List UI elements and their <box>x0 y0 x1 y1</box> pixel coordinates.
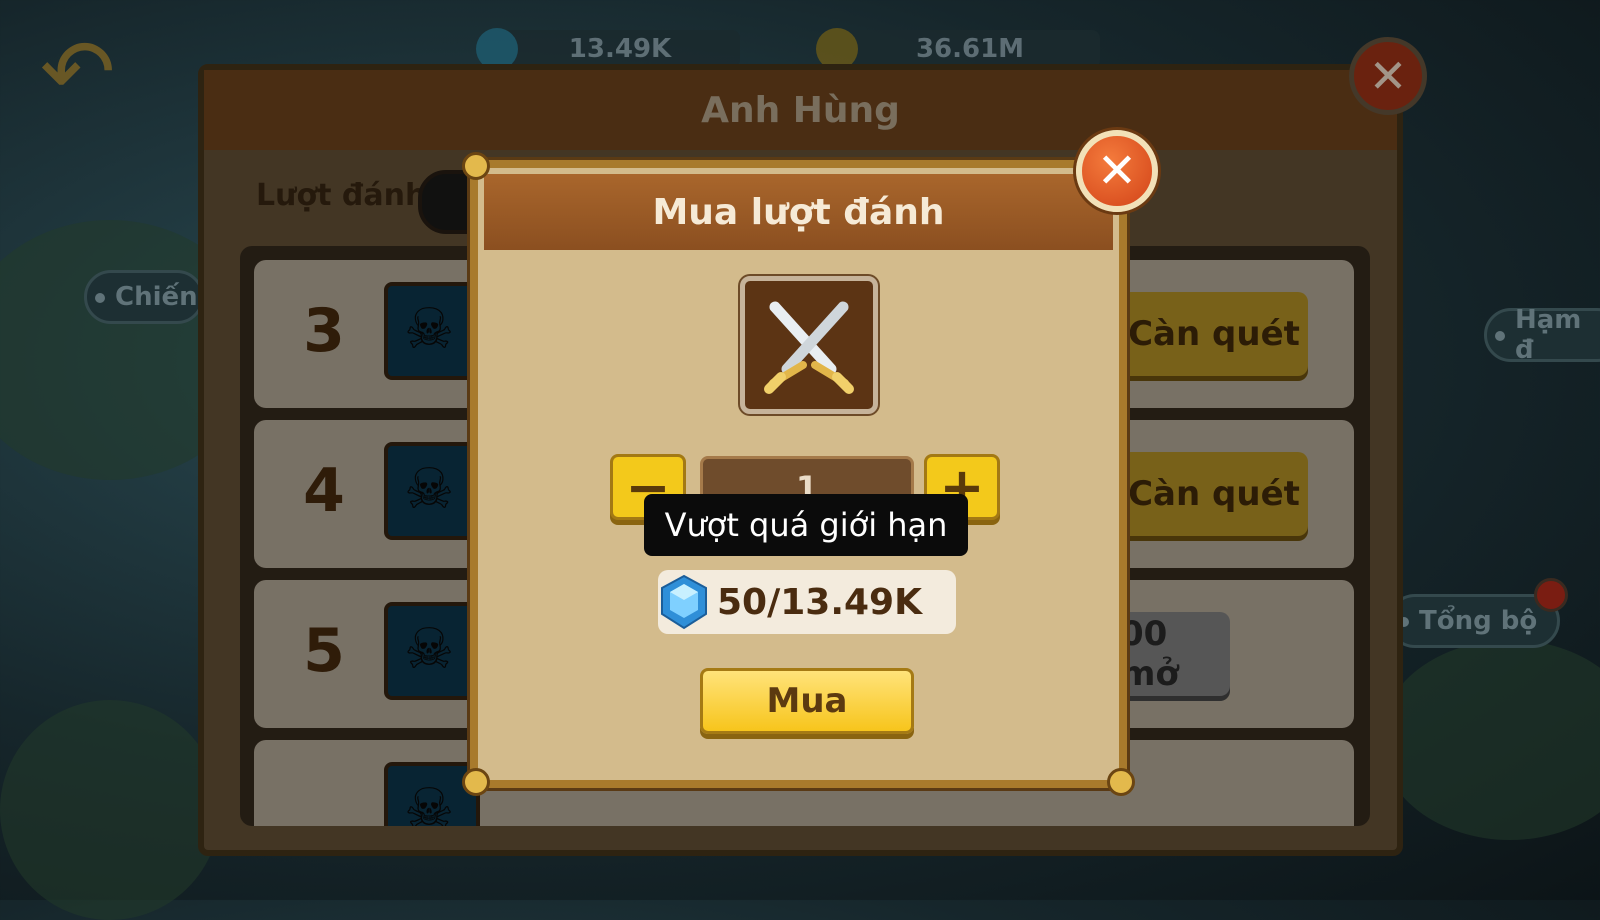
heroes-panel-title: Anh Hùng <box>204 70 1397 150</box>
pirate-boss-avatar <box>384 282 480 380</box>
pirate-boss-avatar <box>384 442 480 540</box>
gold-count: 36.61M <box>915 34 1025 64</box>
background-palm <box>0 700 220 920</box>
sweep-button[interactable]: Càn quét <box>1120 452 1308 536</box>
sweep-button[interactable]: Càn quét <box>1120 292 1308 376</box>
limit-exceeded-tooltip: Vượt quá giới hạn <box>644 494 968 556</box>
pirate-boss-avatar <box>384 602 480 700</box>
stage-number: 4 <box>303 456 345 526</box>
side-label-tong-bo[interactable]: Tổng bộ <box>1388 594 1560 648</box>
gem-resource-bar: 13.49K <box>476 28 740 70</box>
stage-number: 5 <box>303 616 345 686</box>
dialog-title: Mua lượt đánh <box>484 174 1113 250</box>
cost-display: 50/13.49K <box>658 570 956 634</box>
buy-button[interactable]: Mua <box>700 668 914 734</box>
notification-dot <box>1534 578 1568 612</box>
cost-value: 50/13.49K <box>716 581 922 623</box>
turns-label: Lượt đánh <box>256 178 427 213</box>
background-island <box>1380 640 1600 840</box>
side-label-text: Chiến <box>115 282 198 312</box>
side-label-ham[interactable]: Hạm đ <box>1484 305 1600 365</box>
frame-corner <box>462 768 490 796</box>
stage-number: 3 <box>303 296 345 366</box>
side-label-text: Hạm đ <box>1515 305 1582 365</box>
crossed-swords-icon <box>740 276 878 414</box>
frame-corner <box>1107 768 1135 796</box>
frame-corner <box>462 152 490 180</box>
gem-icon <box>658 574 710 630</box>
gold-resource-bar: 36.61M <box>816 28 1100 70</box>
side-label-chien[interactable]: Chiến <box>84 270 204 324</box>
side-label-text: Tổng bộ <box>1419 606 1538 636</box>
heroes-panel-close-button[interactable]: ✕ <box>1349 37 1427 115</box>
close-icon[interactable]: ✕ <box>1076 130 1158 212</box>
back-arrow-icon[interactable]: ↶ <box>40 28 130 118</box>
unlock-button[interactable]: 00 mở <box>1120 612 1230 696</box>
buy-turns-dialog: Mua lượt đánh − 1 + Vượt quá giới hạn 50… <box>462 152 1135 796</box>
gem-count: 13.49K <box>568 34 672 64</box>
